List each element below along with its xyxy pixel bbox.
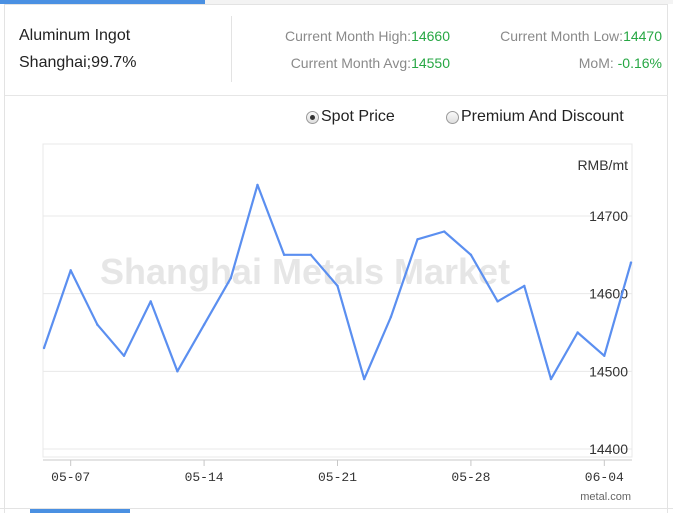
data-point-05-27 — [443, 230, 446, 233]
data-point-05-07 — [69, 269, 72, 272]
x-axis-ticks: 05-07 05-14 05-21 05-28 06-04 — [51, 460, 624, 485]
data-point-05-29 — [496, 300, 499, 303]
x-tick-label: 05-14 — [185, 470, 224, 485]
data-point-06-03 — [576, 331, 579, 334]
data-point-05-09 — [122, 354, 126, 357]
x-tick-label: 05-28 — [451, 470, 490, 485]
data-point-05-08 — [96, 323, 99, 326]
data-point-05-16 — [256, 183, 259, 187]
data-point-05-13 — [176, 370, 179, 373]
data-point-05-30 — [523, 284, 526, 288]
y-axis-ticks: 14700146001450014400 — [589, 208, 628, 457]
price-chart: Shanghai Metals Market 14700146001450014… — [42, 143, 633, 503]
data-point-06-05 — [629, 261, 633, 264]
data-point-06-04 — [603, 354, 606, 357]
y-axis-unit: RMB/mt — [577, 157, 628, 173]
y-tick-label: 14700 — [589, 208, 628, 224]
watermark: Shanghai Metals Market — [100, 251, 510, 292]
data-point-05-21 — [336, 284, 339, 288]
data-point-05-15 — [229, 276, 232, 280]
data-point-05-17 — [282, 253, 286, 257]
source-credit: metal.com — [580, 491, 631, 503]
y-tick-label: 14500 — [589, 363, 628, 379]
bottom-tab-bar — [0, 508, 673, 513]
data-point-05-06 — [42, 346, 46, 350]
y-tick-label: 14400 — [589, 441, 628, 457]
x-tick-label: 05-07 — [51, 470, 90, 485]
data-point-05-28 — [469, 253, 473, 257]
data-point-05-20 — [309, 253, 313, 257]
data-point-05-24 — [416, 238, 419, 241]
data-point-05-10 — [149, 300, 152, 303]
data-point-05-23 — [389, 315, 393, 319]
data-point-05-22 — [362, 377, 366, 381]
x-tick-label: 06-04 — [585, 470, 624, 485]
data-point-05-31 — [549, 377, 553, 381]
plot-area — [42, 143, 633, 458]
data-point-05-14 — [202, 323, 206, 326]
x-tick-label: 05-21 — [318, 470, 357, 485]
